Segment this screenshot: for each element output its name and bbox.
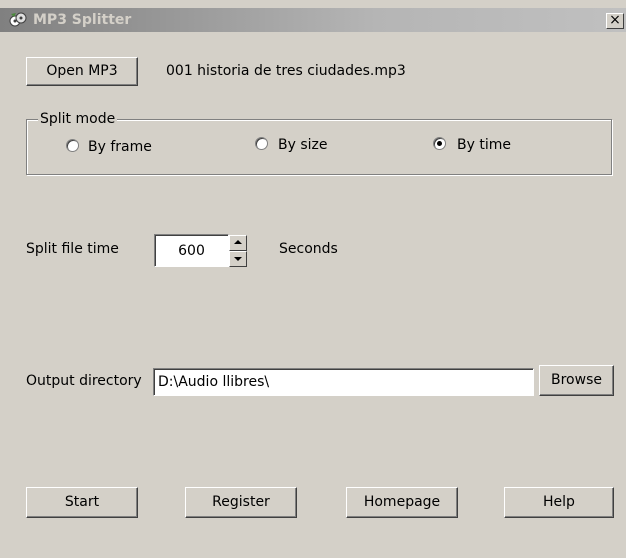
output-directory-input[interactable] (153, 368, 534, 396)
register-button[interactable]: Register (185, 487, 297, 518)
arrow-up-icon (234, 240, 242, 244)
radio-by-time-label[interactable]: By time (457, 137, 511, 153)
start-button[interactable]: Start (26, 487, 138, 518)
radio-by-frame-label[interactable]: By frame (88, 139, 152, 155)
help-label: Help (543, 494, 575, 510)
spin-down-button[interactable] (229, 251, 247, 267)
split-time-label: Split file time (26, 241, 119, 257)
register-label: Register (212, 494, 270, 510)
selected-filename: 001 historia de tres ciudades.mp3 (166, 63, 406, 79)
close-icon: × (609, 12, 621, 28)
window-title: MP3 Splitter (33, 12, 132, 28)
browse-button[interactable]: Browse (539, 365, 614, 396)
spin-up-button[interactable] (229, 235, 247, 251)
homepage-button[interactable]: Homepage (346, 487, 458, 518)
open-mp3-button[interactable]: Open MP3 (26, 57, 138, 86)
arrow-down-icon (234, 257, 242, 261)
close-button[interactable]: × (606, 13, 624, 29)
radio-selected-dot (437, 141, 442, 146)
help-button[interactable]: Help (504, 487, 614, 518)
radio-by-size-label[interactable]: By size (278, 137, 328, 153)
split-time-input[interactable] (154, 234, 229, 267)
homepage-label: Homepage (363, 494, 441, 510)
output-directory-label: Output directory (26, 373, 142, 389)
radio-by-frame[interactable] (66, 139, 79, 152)
split-mode-legend: Split mode (38, 111, 118, 127)
app-icon (9, 12, 27, 27)
start-label: Start (64, 494, 100, 510)
open-mp3-label: Open MP3 (46, 63, 118, 79)
split-time-unit: Seconds (279, 241, 338, 257)
radio-by-size[interactable] (255, 137, 268, 150)
radio-by-time[interactable] (433, 137, 446, 150)
browse-label: Browse (551, 372, 602, 388)
title-bar: MP3 Splitter × (0, 8, 626, 32)
mp3-splitter-window: MP3 Splitter × Open MP3 001 historia de … (0, 0, 626, 558)
